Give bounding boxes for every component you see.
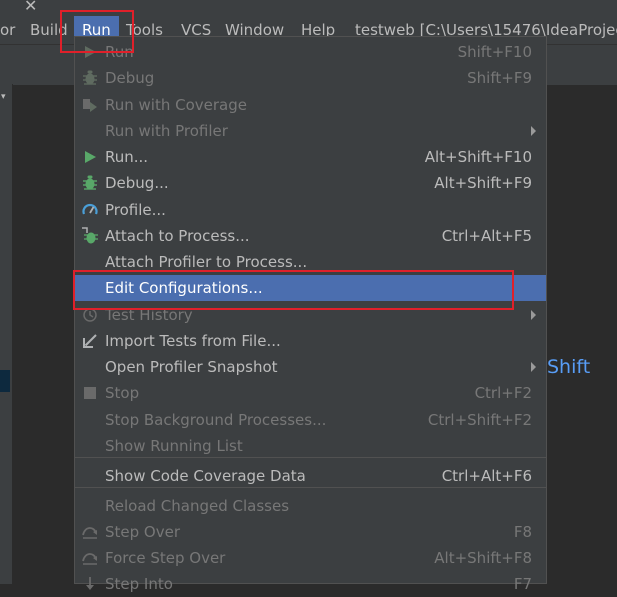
menu-item-show-running-list[interactable]: Show Running List [75, 433, 546, 459]
import-icon [81, 332, 99, 350]
menu-item-debug[interactable]: Debug Shift+F9 [75, 65, 546, 91]
menu-item-profile[interactable]: Profile... [75, 197, 546, 223]
debug-icon [81, 69, 99, 87]
close-icon[interactable]: ✕ [24, 0, 37, 14]
run-icon [81, 148, 99, 166]
coverage-icon [81, 96, 99, 114]
menu-item-label: Debug [105, 69, 155, 87]
menu-item-shortcut: F8 [513, 523, 532, 541]
menu-item-run[interactable]: Run Shift+F10 [75, 39, 546, 65]
menu-item-label: Run with Profiler [105, 122, 228, 140]
menu-item-step-over[interactable]: Step Over F8 [75, 519, 546, 545]
menu-item-label: Attach Profiler to Process... [105, 253, 308, 271]
menu-item-label: Attach to Process... [105, 227, 250, 245]
project-panel-selection [0, 370, 10, 392]
menu-item-run[interactable]: Run... Alt+Shift+F10 [75, 144, 546, 170]
menu-item-label: Run [105, 43, 134, 61]
menu-item-shortcut: Ctrl+Alt+F5 [441, 227, 532, 245]
menu-item-shortcut: Ctrl+F2 [474, 384, 532, 402]
menu-item-label: Step Into [105, 575, 173, 593]
menu-item-shortcut: Shift+F10 [457, 43, 532, 61]
run-icon [81, 43, 99, 61]
attach-icon [81, 227, 99, 245]
submenu-arrow-icon [531, 126, 536, 136]
menu-edit-partial[interactable]: or [0, 21, 15, 39]
menu-item-label: Profile... [105, 201, 166, 219]
menu-item-label: Run with Coverage [105, 96, 247, 114]
menu-item-run-with-coverage[interactable]: Run with Coverage [75, 92, 546, 118]
menu-item-stop[interactable]: Stop Ctrl+F2 [75, 380, 546, 406]
menu-item-shortcut: Alt+Shift+F10 [424, 148, 532, 166]
menu-item-label: Edit Configurations... [105, 279, 263, 297]
submenu-arrow-icon [531, 362, 536, 372]
menu-item-attach-profiler-to-process[interactable]: Attach Profiler to Process... [75, 249, 546, 275]
menu-item-stop-background-processes[interactable]: Stop Background Processes... Ctrl+Shift+F… [75, 407, 546, 433]
run-menu-dropdown: Run Shift+F10 Debug Shift+F9 Run with Covera… [74, 36, 547, 593]
menu-item-edit-configurations[interactable]: Edit Configurations... [75, 275, 546, 301]
step-over-icon [81, 523, 99, 541]
menu-item-shortcut: Shift+F9 [467, 69, 532, 87]
step-into-icon [81, 575, 99, 593]
collapse-caret-icon[interactable]: ▾ [1, 92, 6, 102]
stop-icon [81, 384, 99, 402]
menu-item-open-profiler-snapshot[interactable]: Open Profiler Snapshot [75, 354, 546, 380]
menu-item-attach-to-process[interactable]: Attach to Process... Ctrl+Alt+F5 [75, 223, 546, 249]
menu-item-shortcut: Alt+Shift+F8 [434, 549, 532, 567]
menu-item-label: Show Running List [105, 437, 243, 455]
menu-separator [75, 487, 546, 488]
menu-item-import-tests-from-file[interactable]: Import Tests from File... [75, 328, 546, 354]
step-over-icon [81, 549, 99, 567]
title-strip: ✕ [0, 0, 617, 16]
menu-item-test-history[interactable]: Test History [75, 302, 546, 328]
menu-item-run-with-profiler[interactable]: Run with Profiler [75, 118, 546, 144]
profile-icon [81, 201, 99, 219]
menu-item-show-code-coverage-data[interactable]: Show Code Coverage Data Ctrl+Alt+F6 [75, 463, 546, 489]
menu-item-label: Debug... [105, 174, 169, 192]
menu-item-label: Open Profiler Snapshot [105, 358, 278, 376]
menu-item-step-into[interactable]: Step Into F7 [75, 571, 546, 597]
menu-item-label: Stop Background Processes... [105, 411, 327, 429]
menu-build[interactable]: Build [30, 21, 68, 39]
menu-item-shortcut: Ctrl+Shift+F2 [427, 411, 532, 429]
editor-hint-text: Shift [547, 356, 591, 378]
menu-item-reload-changed-classes[interactable]: Reload Changed Classes [75, 493, 546, 519]
menu-item-shortcut: F7 [513, 575, 532, 593]
menu-separator [75, 457, 546, 458]
menu-item-label: Step Over [105, 523, 180, 541]
history-icon [81, 306, 99, 324]
menu-item-label: Test History [105, 306, 193, 324]
menu-item-shortcut: Alt+Shift+F9 [434, 174, 532, 192]
project-panel [0, 84, 13, 584]
menu-item-shortcut: Ctrl+Alt+F6 [441, 467, 532, 485]
menu-item-label: Reload Changed Classes [105, 497, 290, 515]
submenu-arrow-icon [531, 310, 536, 320]
menu-item-label: Stop [105, 384, 140, 402]
menu-item-label: Import Tests from File... [105, 332, 281, 350]
menu-item-force-step-over[interactable]: Force Step Over Alt+Shift+F8 [75, 545, 546, 571]
menu-item-label: Show Code Coverage Data [105, 467, 306, 485]
debug-icon [81, 174, 99, 192]
menu-item-label: Run... [105, 148, 149, 166]
menu-item-label: Force Step Over [105, 549, 226, 567]
menu-item-debug[interactable]: Debug... Alt+Shift+F9 [75, 170, 546, 196]
